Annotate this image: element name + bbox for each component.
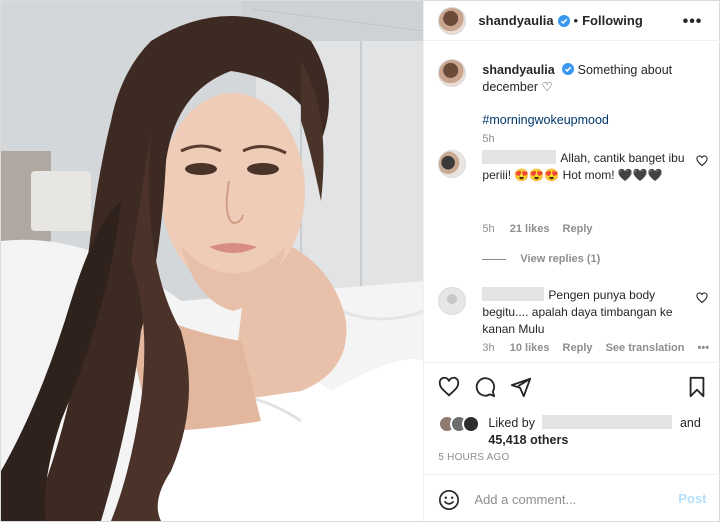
header-separator: • bbox=[573, 13, 579, 28]
bookmark-icon[interactable] bbox=[686, 376, 708, 398]
comment-meta: 5h 21 likes Reply bbox=[482, 223, 602, 235]
following-button[interactable]: Following bbox=[582, 13, 643, 28]
post-side-panel: shandyaulia • Following ••• shandyaulia bbox=[423, 1, 720, 521]
heart-icon[interactable] bbox=[438, 376, 460, 398]
see-translation-button[interactable]: See translation bbox=[606, 342, 685, 354]
liked-others-link[interactable]: 45,418 others bbox=[488, 433, 568, 447]
actions-section: Liked by and 45,418 others 5 HOURS AGO bbox=[424, 362, 720, 463]
post-header: shandyaulia • Following ••• bbox=[424, 1, 720, 41]
post-modal: shandyaulia • Following ••• shandyaulia bbox=[0, 0, 720, 522]
caption-time[interactable]: 5h bbox=[482, 133, 494, 145]
more-options-icon[interactable]: ••• bbox=[683, 13, 703, 31]
author-avatar[interactable] bbox=[438, 6, 467, 35]
add-comment-bar: Post bbox=[424, 474, 720, 521]
replies-divider bbox=[482, 258, 507, 260]
photo-illustration bbox=[1, 1, 424, 521]
comment-likes[interactable]: 10 likes bbox=[510, 342, 550, 354]
comments-section: shandyaulia Something about december ♡ #… bbox=[424, 42, 720, 362]
redacted-username bbox=[482, 287, 545, 301]
liked-by-suffix: and bbox=[679, 416, 701, 430]
comment-time[interactable]: 3h bbox=[482, 342, 494, 354]
redacted-liker bbox=[542, 415, 673, 429]
post-button[interactable]: Post bbox=[678, 491, 706, 506]
caption-avatar[interactable] bbox=[438, 59, 467, 87]
comment-more-icon[interactable]: ••• bbox=[698, 342, 710, 354]
likes-summary: Liked by and 45,418 others bbox=[438, 413, 708, 449]
comment-likes[interactable]: 21 likes bbox=[510, 223, 550, 235]
comment-input[interactable] bbox=[474, 488, 665, 510]
verified-icon bbox=[562, 63, 575, 75]
liked-by-avatars bbox=[438, 415, 484, 433]
comment-text: Allah, cantik banget ibu periii! 😍😍😍 Hot… bbox=[482, 150, 692, 184]
commenter-avatar[interactable] bbox=[438, 287, 467, 315]
comment-text: Pengen punya body begitu.... apalah daya… bbox=[482, 287, 692, 338]
comment-time[interactable]: 5h bbox=[482, 223, 494, 235]
comment-meta: 3h 10 likes Reply See translation ••• bbox=[482, 342, 719, 354]
emoji-icon[interactable] bbox=[438, 489, 460, 511]
author-username[interactable]: shandyaulia bbox=[478, 13, 553, 28]
liked-by-text: Liked by and 45,418 others bbox=[488, 415, 718, 449]
verified-icon bbox=[557, 14, 570, 27]
caption-username[interactable]: shandyaulia bbox=[482, 63, 554, 77]
view-replies-label: View replies (1) bbox=[520, 253, 601, 265]
comment-icon[interactable] bbox=[474, 376, 496, 398]
action-row bbox=[438, 376, 708, 400]
reply-button[interactable]: Reply bbox=[563, 342, 593, 354]
post-timestamp[interactable]: 5 HOURS AGO bbox=[438, 452, 509, 463]
comment-like-icon[interactable] bbox=[696, 155, 708, 167]
commenter-avatar[interactable] bbox=[438, 150, 467, 178]
share-icon[interactable] bbox=[510, 376, 532, 398]
header-meta: shandyaulia • Following bbox=[478, 13, 642, 28]
caption-text: shandyaulia Something about december ♡ bbox=[482, 62, 702, 96]
comment-like-icon[interactable] bbox=[696, 292, 708, 304]
reply-button[interactable]: Reply bbox=[563, 223, 593, 235]
hashtag-link[interactable]: #morningwokeupmood bbox=[482, 113, 608, 127]
post-photo[interactable] bbox=[1, 1, 424, 521]
liked-by-prefix: Liked by bbox=[488, 416, 535, 430]
liker-avatar[interactable] bbox=[462, 415, 481, 433]
view-replies-button[interactable]: View replies (1) bbox=[482, 253, 600, 265]
redacted-username bbox=[482, 150, 557, 164]
